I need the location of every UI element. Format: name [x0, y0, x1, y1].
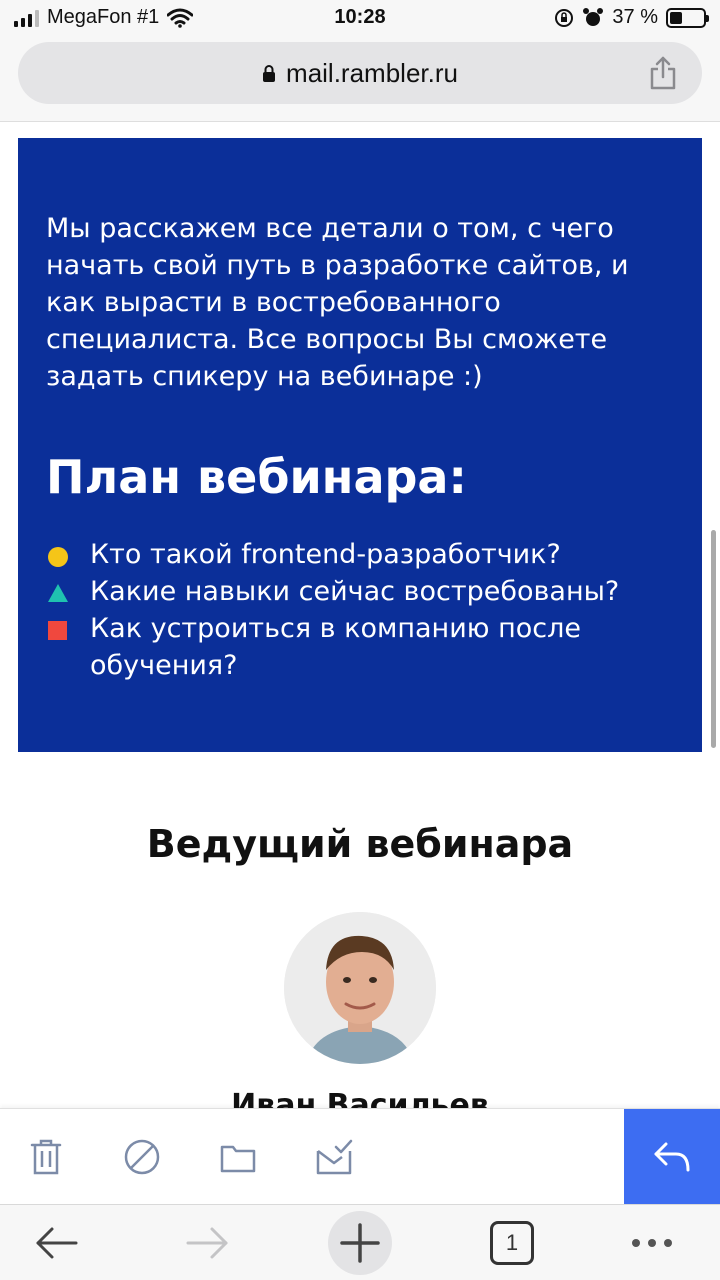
url-text: mail.rambler.ru [286, 57, 458, 88]
plan-item-text: Кто такой frontend-разработчик? [90, 539, 561, 570]
trash-icon[interactable] [26, 1137, 66, 1177]
yellow-circle-bullet-icon [48, 547, 68, 567]
host-photo-icon [284, 912, 436, 1064]
mail-action-toolbar [0, 1108, 720, 1205]
alarm-icon [583, 7, 604, 26]
teal-triangle-bullet-icon [48, 584, 68, 602]
tab-count: 1 [505, 1230, 519, 1255]
battery-icon [666, 7, 709, 28]
back-arrow-icon[interactable] [32, 1221, 80, 1265]
webinar-plan-banner: Мы расскажем все детали о том, с чего на… [18, 138, 702, 752]
red-square-bullet-icon [48, 621, 67, 640]
battery-percent: 37 % [612, 6, 658, 28]
reply-icon [654, 1142, 690, 1172]
plan-item: Кто такой frontend-разработчик? [46, 536, 686, 573]
new-tab-button[interactable] [328, 1211, 392, 1275]
more-icon[interactable] [628, 1221, 676, 1265]
tabs-button[interactable]: 1 [490, 1221, 534, 1265]
forward-arrow-icon[interactable] [184, 1221, 232, 1265]
reply-button[interactable] [624, 1109, 720, 1205]
status-right: 37 % [554, 6, 709, 29]
rotation-lock-icon [555, 8, 574, 27]
plan-item-text: Какие навыки сейчас востребованы? [90, 576, 620, 607]
host-avatar [284, 912, 436, 1064]
host-section-title: Ведущий вебинара [146, 822, 574, 866]
new-tab-plus-icon [340, 1223, 380, 1263]
browser-nav-bar: 1 [0, 1204, 720, 1280]
plan-title: План вебинара: [46, 450, 467, 504]
folder-icon[interactable] [218, 1137, 258, 1177]
page-scrollbar[interactable] [711, 530, 716, 748]
plan-list: Кто такой frontend-разработчик? Какие на… [46, 536, 686, 684]
plan-item: Какие навыки сейчас востребованы? [46, 573, 686, 610]
status-bar: MegaFon #1 10:28 37 % [0, 0, 720, 36]
spam-block-icon[interactable] [122, 1137, 162, 1177]
browser-header: mail.rambler.ru [0, 36, 720, 122]
plan-item-text: Как устроиться в компанию после обучения… [90, 613, 581, 681]
share-icon[interactable] [648, 56, 678, 90]
mark-read-icon[interactable] [314, 1137, 354, 1177]
intro-paragraph: Мы расскажем все детали о том, с чего на… [46, 213, 629, 392]
address-bar[interactable]: mail.rambler.ru [18, 42, 702, 104]
plan-item: Как устроиться в компанию после обучения… [46, 610, 686, 684]
lock-icon [263, 65, 276, 82]
